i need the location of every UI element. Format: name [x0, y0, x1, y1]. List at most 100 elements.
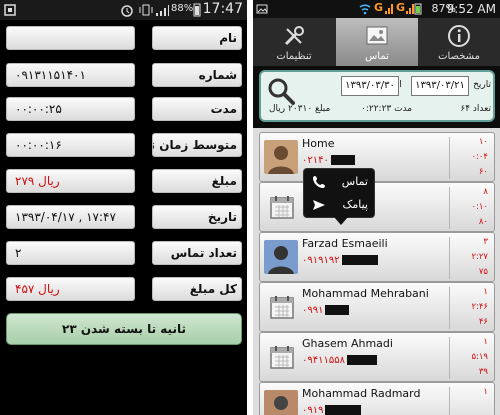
detail-row: ۲ تعداد تماس — [6, 241, 242, 265]
call-count-value: ۸ — [483, 187, 488, 197]
tab-bar: مشخصات تماس تنظیمات — [253, 18, 500, 66]
cost-value: ۶۰ — [478, 167, 488, 177]
calendar-icon — [270, 196, 294, 219]
detail-label: تاریخ — [152, 205, 242, 229]
call-stats: ۳ ۲:۲۷ ۷۵ — [454, 235, 488, 280]
from-date-field[interactable]: ۱۳۹۳/۰۳/۲۱ — [411, 76, 469, 96]
phone-number: ۰۹۱۹ — [302, 405, 362, 415]
duration-value: ۰:۰۴ — [471, 152, 488, 162]
contact-name: Farzad Esmaeili — [302, 237, 388, 250]
call-count-value: ۱ — [483, 337, 488, 347]
phone-number: ۰۲۱۴۰ — [302, 155, 355, 166]
detail-label: نام — [152, 26, 242, 50]
sms-action-label: پیامک — [342, 198, 368, 211]
tab-settings[interactable]: تنظیمات — [253, 18, 335, 66]
contact-photo — [264, 140, 298, 174]
contact-name: Mohammad Mehrabani — [302, 287, 429, 300]
detail-label: مبلغ — [152, 169, 242, 193]
phone-icon — [313, 176, 325, 188]
call-count-value: ۱ — [483, 387, 488, 397]
call-count-value: ۳ — [483, 237, 488, 247]
close-countdown-button[interactable]: ۲۳ ثانیه تا بسته شدن — [6, 313, 242, 345]
tab-info[interactable]: مشخصات — [418, 18, 500, 66]
phone-number-text: ۰۹۴۱۱۵۵۸ — [302, 355, 345, 366]
status-bar: G G 87% 9:52 AM — [253, 0, 500, 18]
call-count: تعداد ۶۴ — [460, 104, 491, 114]
phone-number-text: ۰۹۱۹۱۹۲ — [302, 255, 340, 266]
tab-label: تنظیمات — [276, 51, 312, 62]
image-icon — [256, 4, 268, 14]
cost-value: ۷۵ — [478, 267, 488, 277]
date-filter-panel: تاریخ ۱۳۹۳/۰۳/۲۱ الی ۱۳۹۳/۰۳/۳۰ تعداد ۶۴… — [259, 70, 495, 122]
contact-name: Ghasem Ahmadi — [302, 337, 393, 350]
detail-row: ۴۵۷ ریال کل مبلغ — [6, 277, 242, 301]
from-date-label: تاریخ — [473, 80, 491, 90]
info-icon — [448, 25, 470, 47]
call-count-value: ۱۰ — [478, 137, 488, 147]
detail-value: ۰۹۱۳۱۱۵۱۴۰۱ — [6, 63, 135, 87]
redaction-bar — [346, 355, 377, 365]
call-log-item[interactable]: Ghasem Ahmadi ۰۹۴۱۱۵۵۸ ۱ ۵:۱۹ ۳۹ — [259, 332, 495, 382]
call-log-item[interactable]: ۸ ۰:۱۰ ۸۰ — [259, 182, 495, 232]
call-count-value: ۱ — [483, 287, 488, 297]
cost-value: ۴۶ — [478, 317, 488, 327]
call-log-screen: G G 87% 9:52 AM مشخصات تماس تنظیمات تاری… — [253, 0, 500, 415]
call-log-item[interactable]: Home ۰۲۱۴۰ ۱۰ ۰:۰۴ ۶۰ — [259, 132, 495, 182]
detail-label: متوسط زمان تماس — [152, 133, 242, 157]
phone-number-text: ۰۲۱۴۰ — [302, 155, 329, 166]
signal-icon — [156, 5, 169, 16]
detail-value: ۲ — [6, 241, 135, 265]
tab-calls[interactable]: تماس — [336, 18, 418, 66]
send-icon — [313, 200, 325, 210]
calendar-icon — [270, 296, 294, 319]
divider — [449, 287, 450, 329]
detail-row: ۲۷۹ ریال مبلغ — [6, 169, 242, 193]
status-bar: 88% 17:47 — [0, 0, 247, 20]
detail-row: ۰۰:۰۰:۱۶ متوسط زمان تماس — [6, 133, 242, 157]
call-log-item[interactable]: Mohammad Radmard ۰۹۱۹ ۱ — [259, 382, 495, 415]
redaction-bar — [341, 255, 378, 265]
network-g-icon: G — [374, 1, 384, 14]
contact-photo — [264, 240, 298, 274]
tab-label: مشخصات — [438, 51, 480, 62]
network-g-icon: G — [396, 1, 406, 14]
detail-label: تعداد تماس — [152, 241, 242, 265]
detail-value: ۰۰:۰۰:۱۶ — [6, 133, 135, 157]
clock: 17:47 — [202, 1, 243, 17]
detail-value — [6, 26, 135, 50]
detail-value: ۲۷۹ ریال — [6, 169, 135, 193]
call-stats: ۸ ۰:۱۰ ۸۰ — [454, 185, 488, 230]
call-detail-screen: 88% 17:47 نام ۰۹۱۳۱۱۵۱۴۰۱ شماره ۰۰:۰۰:۲۵ مدت… — [0, 0, 247, 415]
picture-icon — [366, 26, 388, 45]
to-date-field[interactable]: ۱۳۹۳/۰۳/۳۰ — [341, 76, 399, 96]
phone-number-text: ۰۹۹۱ — [302, 305, 324, 316]
tools-icon — [284, 26, 304, 46]
detail-label: مدت — [152, 97, 242, 121]
phone-number: ۰۹۴۱۱۵۵۸ — [302, 355, 377, 366]
contact-action-popup: تماس پیامک — [303, 168, 376, 225]
redaction-bar — [325, 305, 350, 315]
call-log-item[interactable]: Mohammad Mehrabani ۰۹۹۱ ۱ ۲:۴۶ ۴۶ — [259, 282, 495, 332]
battery-icon — [414, 3, 422, 15]
signal-icon — [385, 4, 393, 14]
usb-icon — [4, 4, 16, 16]
divider — [449, 187, 450, 229]
alarm-icon — [121, 5, 133, 17]
call-log-item[interactable]: Farzad Esmaeili ۰۹۱۹۱۹۲ ۳ ۲:۲۷ ۷۵ — [259, 232, 495, 282]
detail-row: ۰۹۱۳۱۱۵۱۴۰۱ شماره — [6, 63, 242, 87]
divider — [449, 237, 450, 279]
contact-name: Home — [302, 137, 335, 150]
contact-name: Mohammad Radmard — [302, 387, 421, 400]
phone-number: ۰۹۹۱ — [302, 305, 350, 316]
duration-value: ۵:۱۹ — [471, 352, 488, 362]
wifi-icon — [359, 4, 371, 15]
cost-value: ۳۹ — [478, 367, 488, 377]
duration-value: ۲:۲۷ — [471, 252, 488, 262]
calendar-icon — [270, 346, 294, 369]
call-action[interactable]: تماس — [304, 171, 376, 195]
redaction-bar — [330, 155, 355, 165]
sms-action[interactable]: پیامک — [304, 194, 376, 218]
detail-value: ۴۵۷ ریال — [6, 277, 135, 301]
divider — [449, 337, 450, 379]
detail-value: ۱۳۹۳/۰۴/۱۷ , ۱۷:۴۷ — [6, 205, 135, 229]
